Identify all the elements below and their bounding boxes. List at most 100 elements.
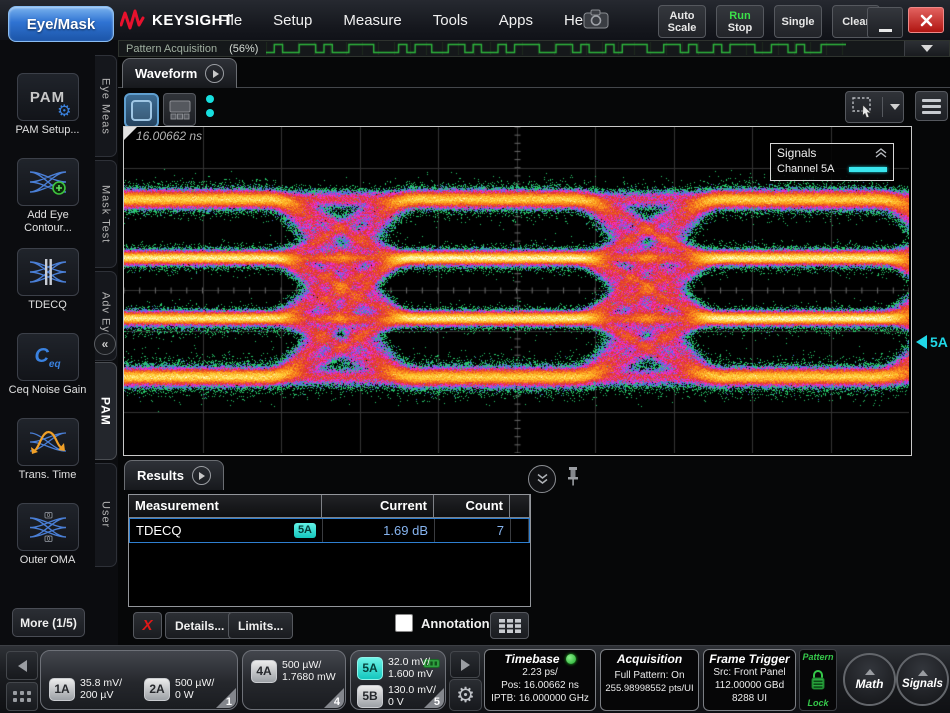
channels-grid-button[interactable] [6,682,38,711]
window-controls [867,7,944,38]
sidebar-item-outer-oma: 0 0 Outer OMA [0,503,95,567]
table-scroll-column[interactable] [510,495,530,518]
channel-5b-badge: 5B [357,685,383,708]
channel-scale: 500 µW/ [282,659,336,671]
math-button[interactable]: Math [843,653,896,706]
sidebar-item-label: Trans. Time [0,469,95,482]
tdecq-button[interactable] [17,248,79,296]
menu-measure[interactable]: Measure [343,4,401,37]
sidebar-collapse-button[interactable]: « [94,333,116,355]
arrow-up-icon [865,669,875,675]
screenshot-camera-icon[interactable] [583,9,609,34]
channels-scroll-left-button[interactable] [6,651,38,680]
menu-file[interactable]: File [218,4,242,37]
measurement-count: 7 [435,519,511,542]
transition-time-button[interactable] [17,418,79,466]
results-tab-menu-icon[interactable] [192,466,211,485]
timebase-iptb: IPTB: 16.000000 GHz [485,692,595,705]
menu-tools[interactable]: Tools [433,4,468,37]
pattern-acquisition-label: Pattern Acquisition [126,43,217,55]
eye-contour-plus-icon [28,168,68,196]
svg-text:0: 0 [47,513,50,519]
channel-4a[interactable]: 4A 500 µW/ 1.7680 mW [251,659,336,683]
ceq-noise-gain-button[interactable]: Ceq [17,333,79,381]
waveform-display-area[interactable]: 16.00662 ns Signals Channel 5A [123,126,912,456]
channel-2a-badge: 2A [144,678,170,701]
channel-group-1[interactable]: 1A 35.8 mV/ 200 µV 2A 500 µW/ 0 W 1 [40,650,238,710]
timebase-scale: 2.23 ps/ [485,666,595,679]
delete-measurement-button[interactable]: X [133,612,162,639]
waveform-tab-menu-icon[interactable] [205,64,224,83]
column-current: Current [322,495,434,518]
column-measurement: Measurement [129,495,322,518]
results-tab[interactable]: Results [124,460,224,490]
tab-eye-meas[interactable]: Eye Meas [95,55,117,157]
keysight-brand: KEYSIGHT [120,0,233,40]
settings-gear-button[interactable]: ⚙ [449,679,482,711]
legend-entry-channel-5a[interactable]: Channel 5A [777,163,887,175]
display-menu-button[interactable] [915,91,948,121]
table-row-tdecq[interactable]: TDECQ 5A 1.69 dB 7 [129,518,530,543]
main-content: Waveform 16.00662 ns [118,57,950,645]
selection-tool-button[interactable] [845,91,904,123]
channel-2a[interactable]: 2A 500 µW/ 0 W [144,677,214,701]
signals-legend[interactable]: Signals Channel 5A [770,143,894,181]
frame-trigger-panel[interactable]: Frame Trigger Src: Front Panel 112.00000… [703,649,796,711]
single-button[interactable]: Single [774,5,822,38]
keysight-logo-icon [120,9,145,31]
channel-1a[interactable]: 1A 35.8 mV/ 200 µV [49,677,122,701]
slot-number: 5 [434,696,440,708]
sidebar-item-ceq-noise-gain: Ceq Ceq Noise Gain [0,333,95,397]
waveform-tab[interactable]: Waveform [122,58,237,88]
pattern-bar-dropdown-button[interactable] [904,41,949,56]
pattern-acquisition-bar[interactable]: Pattern Acquisition (56%) [118,40,950,57]
tab-pam[interactable]: PAM [95,362,117,460]
limits-button[interactable]: Limits... [228,612,293,639]
signals-button[interactable]: Signals [896,653,949,706]
channel-group-4[interactable]: 4A 500 µW/ 1.7680 mW 4 [242,650,346,710]
sidebar-item-label: PAM Setup... [0,124,95,137]
results-view-mode-button[interactable] [490,612,529,639]
split-display-layout-button[interactable] [163,93,196,126]
waveform-tab-label: Waveform [135,66,197,81]
outer-oma-button[interactable]: 0 0 [17,503,79,551]
minimize-button[interactable] [867,7,903,38]
run-stop-button[interactable]: Run Stop [716,5,764,38]
annotations-checkbox[interactable] [395,614,413,632]
pin-panel-button[interactable] [566,466,580,491]
menu-setup[interactable]: Setup [273,4,312,37]
pattern-lock-indicator[interactable]: Pattern Lock [799,649,837,711]
results-tab-label: Results [137,468,184,483]
panel-drag-handle[interactable] [206,95,214,117]
eye-mask-mode-button[interactable]: Eye/Mask [8,6,114,42]
tab-mask-test[interactable]: Mask Test [95,160,117,268]
results-toolbar: X Details... Limits... Annotations [118,612,950,640]
tab-user[interactable]: User [95,463,117,567]
acquisition-full-pattern: Full Pattern: On [601,669,698,682]
channels-scroll-right-button[interactable] [450,651,480,678]
close-button[interactable] [908,7,944,33]
details-button[interactable]: Details... [165,612,234,639]
channel-5a-trace-marker[interactable]: 5A [916,334,948,350]
single-display-layout-button[interactable] [124,93,159,128]
clear-label: Clear [842,16,870,28]
channel-5a[interactable]: 5A 32.0 mV/ 1.600 mV [357,656,433,680]
results-panel: Results Measurement Current [118,460,950,645]
legend-entry-label: Channel 5A [777,163,835,175]
measurement-tab-strip: Eye Meas Mask Test Adv Eye « PAM User [95,40,118,645]
pam-setup-button[interactable]: PAM ⚙ [17,73,79,121]
timebase-panel[interactable]: Timebase 2.23 ps/ Pos: 16.00662 ns IPTB:… [484,649,596,711]
slot-number: 4 [334,696,340,708]
lock-icon [809,669,827,691]
channel-group-5[interactable]: 5A 32.0 mV/ 1.600 mV 5B 130.0 mV/ 0 V 5 [350,650,446,710]
legend-title: Signals [777,146,816,160]
menu-apps[interactable]: Apps [499,4,533,37]
minimize-icon [879,29,892,32]
add-eye-contour-button[interactable] [17,158,79,206]
channel-offset: 0 W [175,689,214,701]
auto-scale-button[interactable]: Auto Scale [658,5,706,38]
collapse-chevron-icon[interactable] [875,148,887,158]
more-measurements-button[interactable]: More (1/5) [12,608,85,637]
results-collapse-button[interactable] [528,465,556,493]
acquisition-panel[interactable]: Acquisition Full Pattern: On 255.9899855… [600,649,699,711]
